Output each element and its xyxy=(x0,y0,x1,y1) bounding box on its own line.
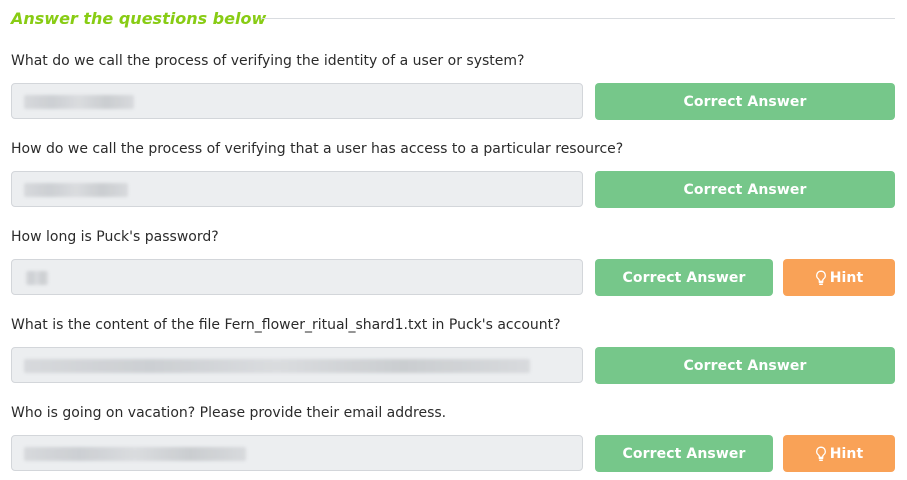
question-2: How do we call the process of verifying … xyxy=(11,140,895,208)
correct-answer-button[interactable]: Correct Answer xyxy=(595,435,773,472)
question-3: How long is Puck's password? Correct Ans… xyxy=(11,228,895,296)
redacted-answer xyxy=(24,95,134,109)
hint-button[interactable]: Hint xyxy=(783,259,895,296)
correct-answer-button[interactable]: Correct Answer xyxy=(595,83,895,120)
answer-field[interactable] xyxy=(11,83,583,119)
correct-answer-button[interactable]: Correct Answer xyxy=(595,171,895,208)
answer-field[interactable] xyxy=(11,347,583,383)
question-text: Who is going on vacation? Please provide… xyxy=(11,405,447,421)
question-1: What do we call the process of verifying… xyxy=(11,52,895,120)
section-title: Answer the questions below xyxy=(11,9,267,28)
answer-field[interactable] xyxy=(11,259,583,295)
hint-button[interactable]: Hint xyxy=(783,435,895,472)
lightbulb-icon xyxy=(815,270,826,285)
correct-answer-button[interactable]: Correct Answer xyxy=(595,347,895,384)
answer-row: Correct Answer Hint xyxy=(11,435,895,473)
answer-row: Correct Answer xyxy=(11,347,895,385)
answer-row: Correct Answer Hint xyxy=(11,259,895,297)
redacted-answer xyxy=(24,447,246,461)
header-divider xyxy=(261,18,895,19)
redacted-answer xyxy=(26,271,48,285)
section-header: Answer the questions below xyxy=(11,8,895,32)
question-text: What is the content of the file Fern_flo… xyxy=(11,317,561,333)
redacted-answer xyxy=(24,359,530,373)
answer-field[interactable] xyxy=(11,435,583,471)
answer-field[interactable] xyxy=(11,171,583,207)
question-4: What is the content of the file Fern_flo… xyxy=(11,316,895,384)
answer-row: Correct Answer xyxy=(11,83,895,121)
question-5: Who is going on vacation? Please provide… xyxy=(11,404,895,472)
hint-label: Hint xyxy=(829,269,864,286)
question-text: How do we call the process of verifying … xyxy=(11,141,624,157)
lightbulb-icon xyxy=(815,446,826,461)
correct-answer-button[interactable]: Correct Answer xyxy=(595,259,773,296)
question-text: What do we call the process of verifying… xyxy=(11,53,525,69)
hint-label: Hint xyxy=(829,445,864,462)
answer-row: Correct Answer xyxy=(11,171,895,209)
redacted-answer xyxy=(24,183,128,197)
question-text: How long is Puck's password? xyxy=(11,229,219,245)
